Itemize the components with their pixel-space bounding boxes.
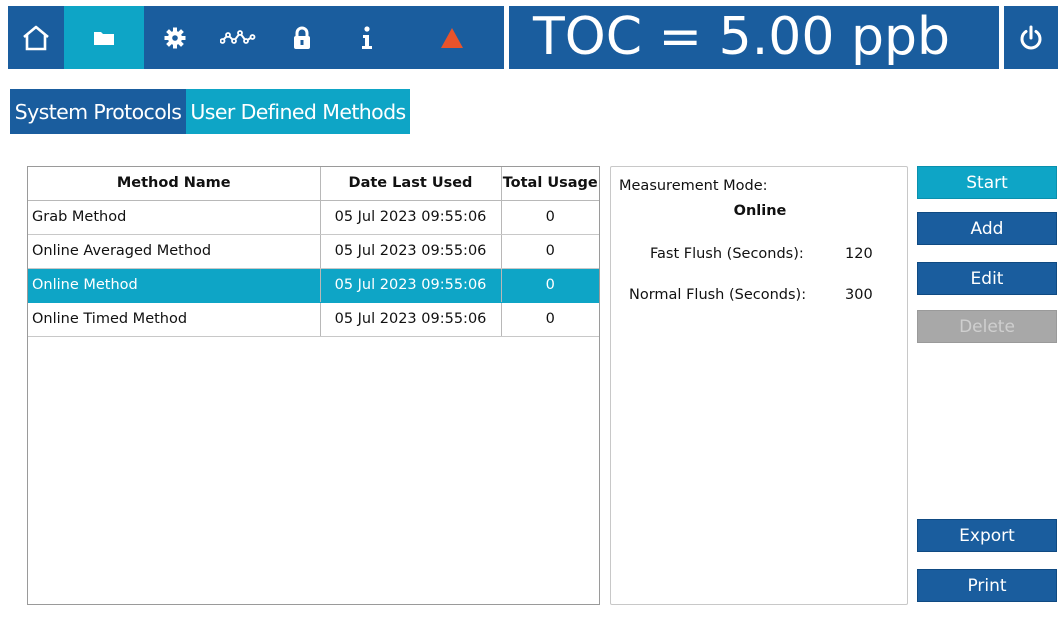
total-usage-cell: 0 (501, 268, 599, 303)
home-icon (23, 25, 49, 50)
method-details-panel: Measurement Mode: Online Fast Flush (Sec… (610, 166, 908, 605)
table-row[interactable]: Online Averaged Method 05 Jul 2023 09:55… (28, 234, 599, 269)
alarm-triangle-icon (441, 27, 463, 48)
total-usage-cell: 0 (501, 234, 599, 269)
settings-button[interactable] (144, 6, 206, 69)
normal-flush-value: 300 (845, 287, 873, 303)
measurement-mode-label: Measurement Mode: (619, 178, 768, 194)
info-button[interactable] (334, 6, 400, 69)
separator (504, 6, 509, 69)
export-button[interactable]: Export (917, 519, 1057, 552)
method-name-cell: Online Timed Method (28, 302, 321, 337)
date-last-used-cell: 05 Jul 2023 09:55:06 (320, 200, 502, 235)
home-button[interactable] (8, 6, 64, 69)
column-header-method-name[interactable]: Method Name (28, 167, 321, 201)
print-button[interactable]: Print (917, 569, 1057, 602)
normal-flush-label: Normal Flush (Seconds): (629, 287, 807, 303)
fast-flush-label: Fast Flush (Seconds): (650, 246, 804, 262)
table-row[interactable]: Grab Method 05 Jul 2023 09:55:06 0 (28, 200, 599, 235)
method-name-cell: Grab Method (28, 200, 321, 235)
top-bar: TOC = 5.00 ppb (8, 6, 1058, 69)
methods-button[interactable] (64, 6, 144, 69)
add-button[interactable]: Add (917, 212, 1057, 245)
tab-user-defined-methods[interactable]: User Defined Methods (186, 89, 410, 134)
column-header-date-last-used[interactable]: Date Last Used (320, 167, 502, 201)
date-last-used-cell: 05 Jul 2023 09:55:06 (320, 268, 502, 303)
date-last-used-cell: 05 Jul 2023 09:55:06 (320, 234, 502, 269)
trend-button[interactable] (206, 6, 270, 69)
security-button[interactable] (270, 6, 334, 69)
table-header: Method Name Date Last Used Total Usage (28, 167, 599, 201)
table-row[interactable]: Online Timed Method 05 Jul 2023 09:55:06… (28, 302, 599, 337)
tab-system-protocols[interactable]: System Protocols (10, 89, 186, 134)
delete-button[interactable]: Delete (917, 310, 1057, 343)
start-button[interactable]: Start (917, 166, 1057, 199)
measurement-mode-value: Online (733, 203, 787, 219)
edit-button[interactable]: Edit (917, 262, 1057, 295)
date-last-used-cell: 05 Jul 2023 09:55:06 (320, 302, 502, 337)
total-usage-cell: 0 (501, 200, 599, 235)
gear-icon (164, 27, 186, 48)
alarm-button[interactable] (400, 6, 504, 69)
method-name-cell: Online Method (28, 268, 321, 303)
column-header-total-usage[interactable]: Total Usage (501, 167, 599, 201)
table-row-selected[interactable]: Online Method 05 Jul 2023 09:55:06 0 (28, 268, 599, 303)
total-usage-cell: 0 (501, 302, 599, 337)
lock-icon (294, 26, 310, 49)
method-name-cell: Online Averaged Method (28, 234, 321, 269)
trend-icon (220, 29, 256, 44)
info-icon (362, 25, 372, 49)
fast-flush-value: 120 (845, 246, 873, 262)
power-button[interactable] (1004, 6, 1058, 69)
power-icon (1020, 25, 1042, 49)
methods-table: Method Name Date Last Used Total Usage G… (27, 166, 600, 605)
folder-icon (94, 31, 114, 45)
toc-readout: TOC = 5.00 ppb (533, 7, 950, 67)
